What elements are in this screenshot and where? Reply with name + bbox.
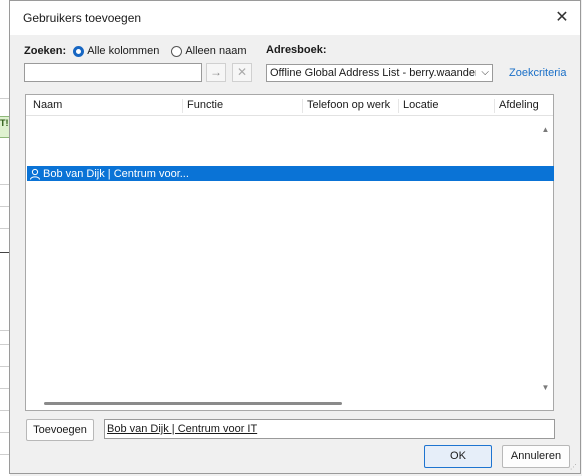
column-header-telefoon[interactable]: Telefoon op werk: [302, 99, 398, 113]
radio-name-only-label: Alleen naam: [185, 45, 247, 57]
scroll-down-icon[interactable]: ▼: [541, 383, 550, 392]
chevron-down-icon: ⌵: [481, 67, 489, 78]
add-button[interactable]: Toevoegen: [26, 419, 94, 441]
row-name: Bob van Dijk | Centrum voor...: [43, 167, 189, 180]
table-row[interactable]: Bob van Dijk | Centrum voor...: [27, 166, 554, 181]
recipients-field[interactable]: Bob van Dijk | Centrum voor IT: [104, 419, 555, 439]
radio-name-only[interactable]: Alleen naam: [171, 45, 246, 57]
person-icon: [30, 168, 40, 180]
horizontal-scrollbar[interactable]: [44, 402, 342, 405]
address-book-value: Offline Global Address List - berry.waan…: [270, 67, 476, 79]
advanced-search-link[interactable]: Zoekcriteria: [509, 67, 566, 79]
radio-unchecked-icon: [171, 45, 183, 57]
resize-grip-icon[interactable]: ⋰: [570, 463, 578, 471]
search-options: Zoeken: Alle kolommen Alleen naam: [24, 42, 246, 60]
radio-all-columns[interactable]: Alle kolommen: [73, 45, 159, 57]
recipient-entry: Bob van Dijk | Centrum voor IT: [107, 423, 258, 435]
search-input[interactable]: [24, 63, 202, 82]
search-label: Zoeken:: [24, 45, 67, 57]
scroll-up-icon[interactable]: ▲: [541, 125, 550, 134]
column-header-naam[interactable]: Naam: [29, 99, 184, 113]
title-bar: Gebruikers toevoegen ✕: [10, 1, 580, 35]
list-header: Naam Functie Telefoon op werk Locatie Af…: [26, 95, 553, 116]
address-book-label: Adresboek:: [266, 44, 327, 56]
cancel-button[interactable]: Annuleren: [502, 445, 570, 468]
add-users-dialog: Gebruikers toevoegen ✕ Zoeken: Alle kolo…: [9, 0, 581, 474]
close-icon[interactable]: ✕: [550, 6, 574, 30]
column-header-locatie[interactable]: Locatie: [398, 99, 494, 113]
dialog-title: Gebruikers toevoegen: [23, 11, 142, 25]
column-header-functie[interactable]: Functie: [182, 99, 302, 113]
address-book-select[interactable]: Offline Global Address List - berry.waan…: [266, 64, 493, 82]
arrow-right-icon[interactable]: →: [206, 63, 226, 82]
ok-button[interactable]: OK: [424, 445, 492, 468]
column-header-afdeling[interactable]: Afdeling: [494, 99, 554, 113]
radio-all-columns-label: Alle kolommen: [87, 45, 160, 57]
clear-icon[interactable]: ✕: [232, 63, 252, 82]
results-list[interactable]: Naam Functie Telefoon op werk Locatie Af…: [25, 94, 554, 411]
radio-checked-icon: [73, 45, 85, 57]
